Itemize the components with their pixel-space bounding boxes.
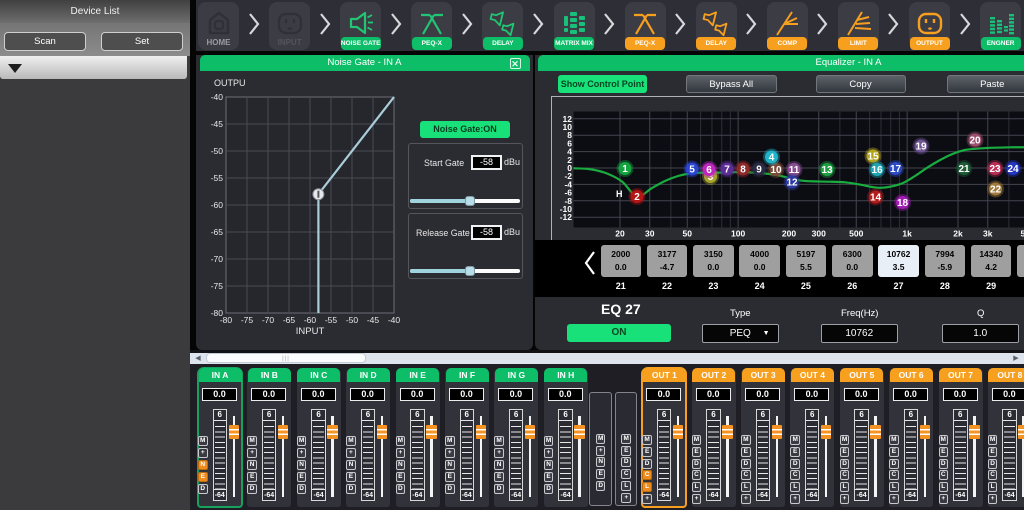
svg-text:-70: -70 (211, 254, 224, 264)
svg-text:-40: -40 (388, 315, 401, 325)
svg-text:18: 18 (897, 198, 909, 209)
svg-text:-12: -12 (560, 212, 573, 222)
svg-text:6: 6 (706, 165, 712, 176)
svg-text:14: 14 (870, 193, 882, 204)
svg-text:-50: -50 (346, 315, 359, 325)
svg-text:-75: -75 (241, 315, 254, 325)
svg-text:-65: -65 (211, 227, 224, 237)
svg-text:13: 13 (821, 165, 833, 176)
svg-text:OUTPU: OUTPU (214, 78, 246, 88)
svg-text:-55: -55 (211, 173, 224, 183)
svg-text:-60: -60 (211, 200, 224, 210)
svg-text:-70: -70 (262, 315, 275, 325)
svg-text:100: 100 (731, 229, 745, 239)
svg-text:24: 24 (1007, 164, 1019, 175)
svg-text:-75: -75 (211, 281, 224, 291)
svg-text:23: 23 (989, 164, 1001, 175)
svg-text:19: 19 (915, 142, 927, 153)
svg-text:8: 8 (740, 165, 746, 176)
svg-text:21: 21 (958, 164, 970, 175)
svg-text:5k: 5k (1021, 229, 1024, 239)
svg-text:20: 20 (615, 229, 625, 239)
svg-text:7: 7 (724, 165, 730, 176)
svg-text:-50: -50 (211, 146, 224, 156)
svg-text:-55: -55 (325, 315, 338, 325)
svg-text:H: H (616, 189, 623, 199)
svg-text:12: 12 (786, 178, 798, 189)
svg-text:30: 30 (645, 229, 655, 239)
svg-text:15: 15 (867, 152, 879, 163)
svg-text:300: 300 (812, 229, 826, 239)
svg-text:-60: -60 (304, 315, 317, 325)
svg-text:-45: -45 (211, 119, 224, 129)
svg-text:20: 20 (969, 136, 981, 147)
svg-text:-80: -80 (220, 315, 233, 325)
svg-text:200: 200 (782, 229, 796, 239)
svg-text:-45: -45 (367, 315, 380, 325)
svg-text:INPUT: INPUT (296, 326, 325, 337)
svg-text:2k: 2k (953, 229, 963, 239)
svg-text:-65: -65 (283, 315, 296, 325)
svg-text:5: 5 (689, 165, 695, 176)
svg-text:50: 50 (683, 229, 693, 239)
svg-text:9: 9 (756, 165, 762, 176)
svg-text:4: 4 (769, 153, 775, 164)
svg-text:16: 16 (871, 165, 883, 176)
svg-text:-40: -40 (211, 92, 224, 102)
svg-text:1: 1 (622, 164, 628, 175)
svg-text:10: 10 (770, 165, 782, 176)
svg-text:3k: 3k (983, 229, 993, 239)
svg-text:1k: 1k (902, 229, 912, 239)
svg-text:500: 500 (849, 229, 863, 239)
svg-text:17: 17 (890, 164, 902, 175)
svg-text:22: 22 (990, 185, 1002, 196)
svg-text:2: 2 (634, 192, 640, 203)
